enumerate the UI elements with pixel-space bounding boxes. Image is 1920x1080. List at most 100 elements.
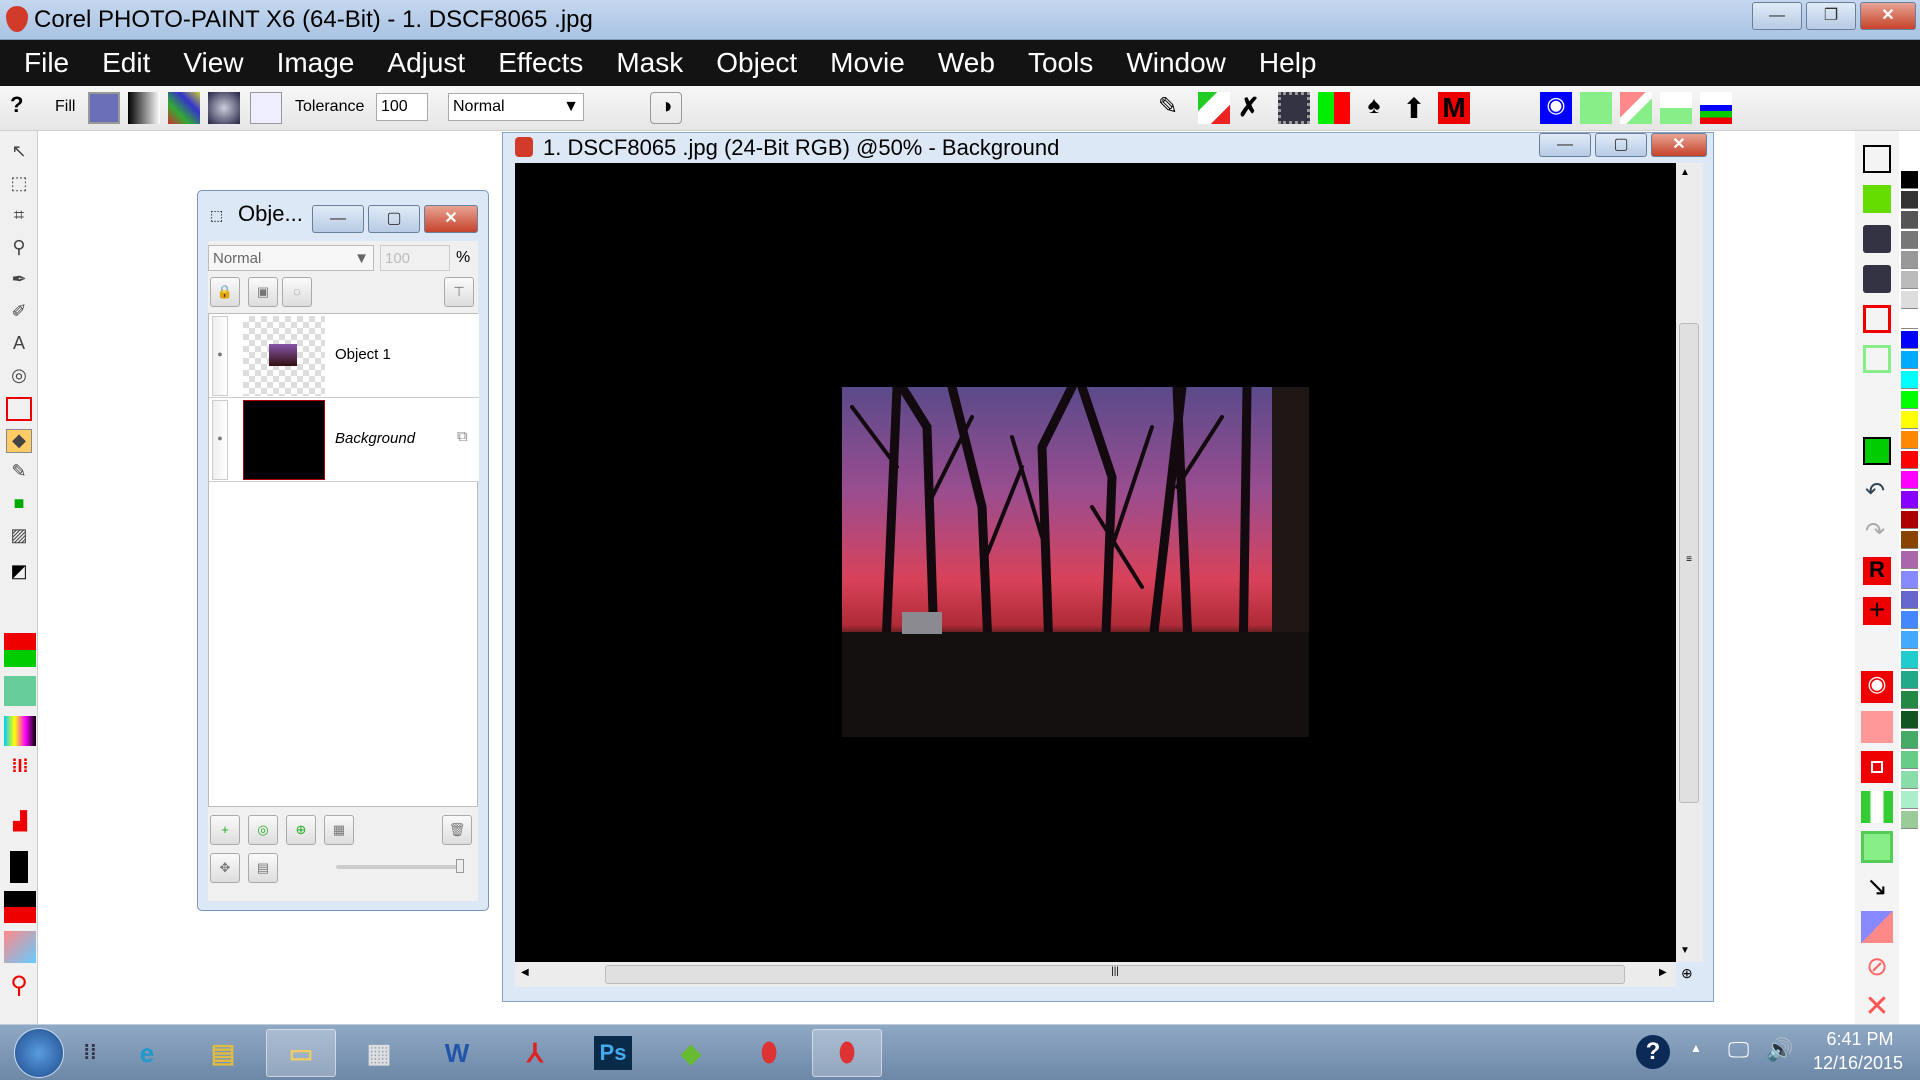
r-macro-icon[interactable]: R [1863,557,1891,585]
shrink-macro-icon[interactable]: ↘ [1861,871,1893,903]
palette-swatch[interactable] [1901,591,1918,609]
undo-icon[interactable]: ↶ [1865,477,1885,506]
macro-icon[interactable]: M [1438,92,1470,124]
curve-icon[interactable] [1198,92,1230,124]
menu-mask[interactable]: Mask [616,47,683,79]
green-square-macro-icon[interactable] [1861,831,1893,863]
macro-gradient-icon[interactable] [4,931,36,963]
delete-object-button[interactable]: 🗑 [442,815,472,845]
taskbar-photoshop-icon[interactable]: Ps [593,1036,633,1070]
taskbar-files-icon[interactable]: ▭ [266,1029,336,1077]
scroll-up-icon[interactable]: ▲ [1680,167,1690,178]
x-macro-icon[interactable]: ✕ [1861,989,1893,1023]
taskbar-photopaint-active-icon[interactable]: ⬮ [812,1029,882,1077]
menu-window[interactable]: Window [1126,47,1226,79]
color-swatch-icon[interactable]: ◩ [6,561,32,585]
lock-transparency-button[interactable]: ▣ [248,277,278,307]
green-box-icon[interactable] [1863,437,1891,465]
lock-properties-button[interactable]: ⊤ [444,277,474,307]
palette-swatch[interactable] [1901,611,1918,629]
lens-icon[interactable] [1580,92,1612,124]
restore-button[interactable]: ❐ [1806,2,1856,30]
cross-macro-icon[interactable]: + [1863,596,1891,625]
show-hidden-icons[interactable]: ▲ [1690,1041,1702,1055]
menu-view[interactable]: View [183,47,243,79]
arrow-up-icon[interactable]: ⬆ [1398,92,1430,124]
redeye-macro-icon[interactable]: ◉ [1861,671,1893,703]
palette-swatch[interactable] [1901,411,1918,429]
palette-swatch[interactable] [1901,251,1918,269]
help-tray-icon[interactable]: ? [1636,1035,1670,1069]
palette-swatch[interactable] [1901,391,1918,409]
layer-item[interactable]: ● Object 1 [209,314,479,398]
menu-effects[interactable]: Effects [498,47,583,79]
layer-item[interactable]: ● Background ⧉ [209,398,479,482]
macro-black-icon[interactable] [10,851,28,883]
save-as-icon[interactable] [1863,265,1891,293]
opacity-input[interactable]: 100 [380,245,450,271]
text-tool-icon[interactable]: A [6,333,32,357]
paint-tool-icon[interactable]: ✎ [6,461,32,485]
palette-swatch[interactable] [1901,531,1918,549]
pick-tool-icon[interactable]: ↖ [6,141,32,165]
eraser-icon[interactable]: ✗ [1238,92,1270,124]
palette-swatch[interactable] [1901,471,1918,489]
palette-swatch[interactable] [1901,171,1918,189]
new-lens-button[interactable]: ◎ [248,815,278,845]
visibility-eye-icon[interactable]: ● [212,316,228,396]
stack-icon[interactable] [1700,92,1732,124]
apps-grid-icon[interactable]: ⁞⁞ [70,1029,110,1077]
layer-mode-select[interactable]: Normal ▼ [208,245,374,271]
help-icon[interactable]: ? [10,92,42,124]
save-icon[interactable] [1863,225,1891,253]
palette-swatch[interactable] [1901,431,1918,449]
palette-swatch[interactable] [1901,631,1918,649]
swap-macro-icon[interactable] [1861,911,1893,943]
brush-icon[interactable]: ✎ [1158,92,1190,124]
redo-icon[interactable]: ↷ [1865,517,1885,546]
green-frame-icon[interactable] [1863,345,1891,373]
scroll-right-icon[interactable]: ▶ [1659,967,1667,978]
palette-swatch[interactable] [1901,671,1918,689]
drop-icon[interactable] [1660,92,1692,124]
menu-edit[interactable]: Edit [102,47,150,79]
palette-swatch[interactable] [1901,751,1918,769]
tolerance-input[interactable]: 100 [376,93,428,121]
image-close-button[interactable]: ✕ [1651,133,1707,157]
palette-swatch[interactable] [1901,271,1918,289]
color-icon[interactable] [1318,92,1350,124]
menu-image[interactable]: Image [277,47,355,79]
palette-swatch[interactable] [1901,731,1918,749]
docker-close-button[interactable]: ✕ [424,205,478,233]
move-icon[interactable] [1620,92,1652,124]
visibility-eye-icon[interactable]: ● [212,400,228,480]
zoom-tool-icon[interactable]: ⚲ [6,237,32,261]
taskbar-calculator-icon[interactable]: ▦ [344,1029,414,1077]
palette-swatch[interactable] [1901,651,1918,669]
palette-swatch[interactable] [1901,791,1918,809]
no-macro-icon[interactable]: ⊘ [1861,951,1893,983]
palette-swatch[interactable] [1901,351,1918,369]
menu-object[interactable]: Object [716,47,797,79]
palette-swatch[interactable] [1901,191,1918,209]
menu-web[interactable]: Web [938,47,995,79]
background-convert-icon[interactable]: ⧉ [457,428,468,445]
scroll-left-icon[interactable]: ◀ [521,967,529,978]
fill-tool-icon[interactable]: ◆ [6,429,32,453]
new-object-button[interactable]: + [210,815,240,845]
horizontal-scrollbar[interactable]: ◀ ||| ▶ [515,962,1676,987]
close-button[interactable]: ✕ [1860,2,1916,30]
minimize-button[interactable]: — [1752,2,1802,30]
bitmap-fill-button[interactable] [168,92,200,124]
palette-swatch[interactable] [1901,811,1918,829]
rectangle-mask-tool-icon[interactable]: ⬚ [6,173,32,197]
redeye-tool-icon[interactable]: ◎ [6,365,32,389]
clock-time[interactable]: 6:41 PM [1810,1029,1910,1050]
clock-date[interactable]: 12/16/2015 [1804,1053,1912,1074]
palette-swatch[interactable] [1901,511,1918,529]
palette-swatch[interactable] [1901,771,1918,789]
uniform-fill-button[interactable] [88,92,120,124]
open-icon[interactable] [1863,185,1891,213]
menu-help[interactable]: Help [1259,47,1317,79]
palette-swatch[interactable] [1901,711,1918,729]
